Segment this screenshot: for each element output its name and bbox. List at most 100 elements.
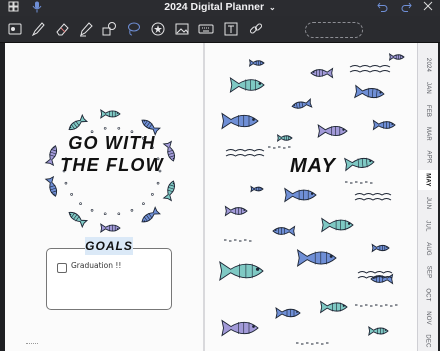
fish-doodle	[321, 217, 354, 233]
text-icon[interactable]	[222, 20, 240, 38]
fish-doodle	[388, 53, 405, 61]
tab-label: MAY	[424, 173, 431, 187]
bubble-doodle	[117, 212, 121, 216]
shapes-icon[interactable]	[100, 20, 118, 38]
keyboard-icon[interactable]	[197, 20, 215, 38]
fish-doodle	[68, 211, 89, 229]
fish-doodle	[291, 98, 313, 109]
fish-doodle	[100, 223, 121, 234]
pen-icon[interactable]	[29, 20, 47, 38]
bubble-doodle	[103, 212, 107, 216]
goal-item-text: Graduation !!	[71, 261, 122, 270]
tab-feb[interactable]: FEB	[418, 101, 438, 121]
tab-dec[interactable]: DEC	[418, 331, 438, 351]
goal-checkbox[interactable]	[57, 263, 67, 273]
goals-box[interactable]	[46, 248, 172, 310]
fish-doodle	[141, 206, 161, 223]
fish-doodle	[224, 205, 248, 217]
fish-doodle	[310, 67, 334, 79]
fish-doodle	[221, 112, 259, 130]
lasso-icon[interactable]	[124, 20, 142, 38]
fish-doodle	[370, 273, 394, 285]
fish-doodle	[372, 119, 396, 131]
link-icon[interactable]	[247, 20, 265, 38]
wreath-line-2: THE FLOW	[60, 155, 164, 175]
bubble-doodle	[79, 202, 82, 205]
fish-doodle	[219, 261, 264, 281]
fish-doodle	[368, 326, 389, 336]
fish-doodle	[317, 124, 348, 138]
wave-doodle	[349, 65, 391, 68]
fish-doodle	[344, 157, 375, 172]
undo-icon[interactable]	[377, 1, 388, 16]
tab-oct[interactable]: OCT	[418, 285, 438, 305]
fish-doodle	[162, 180, 176, 202]
tab-label: JUL	[425, 220, 431, 232]
fish-doodle	[229, 77, 265, 93]
scan-icon[interactable]	[6, 20, 24, 38]
wave-doodle	[357, 271, 393, 274]
fish-doodle	[284, 187, 317, 203]
tab-label: FEB	[425, 104, 431, 118]
tab-label: DEC	[425, 334, 431, 348]
tab-apr[interactable]: APR	[418, 147, 438, 167]
tab-aug[interactable]: AUG	[418, 239, 438, 259]
image-icon[interactable]	[173, 20, 191, 38]
quick-tool-slot[interactable]	[305, 22, 363, 38]
tab-label: OCT	[424, 288, 431, 302]
tab-label: 2024	[425, 57, 431, 73]
tab-label: JAN	[425, 82, 431, 94]
tab-may[interactable]: MAY	[418, 170, 438, 190]
fish-doodle	[248, 59, 265, 67]
bubble-doodle	[130, 208, 134, 212]
chevron-down-icon: ⌄	[269, 3, 276, 12]
planner-canvas[interactable]: GO WITH THE FLOW GOALS Graduation !! MAY…	[0, 43, 440, 351]
fish-doodle	[221, 319, 259, 337]
tab-label: SEP	[424, 265, 431, 279]
goals-label: GOALS	[85, 237, 133, 255]
bubble-doodle	[117, 126, 121, 130]
bubble-doodle	[142, 202, 145, 205]
tab-mar[interactable]: MAR	[418, 124, 438, 144]
close-icon[interactable]	[423, 1, 433, 15]
tab-year[interactable]: 2024	[418, 55, 438, 75]
fish-doodle	[296, 249, 337, 267]
wave-doodle	[349, 70, 391, 73]
bubble-doodle	[70, 193, 73, 196]
title-bar: 2024 Digital Planner ⌄	[0, 0, 440, 16]
fish-doodle	[44, 175, 58, 197]
tab-jan[interactable]: JAN	[418, 78, 438, 98]
bubble-doodle	[156, 181, 160, 185]
bubble-doodle	[64, 181, 68, 185]
fish-doodle	[100, 108, 121, 119]
highlighter-icon[interactable]	[77, 20, 95, 38]
tab-label: JUN	[425, 196, 431, 210]
page-footer-dots	[26, 343, 38, 346]
fish-doodle	[272, 225, 296, 237]
tab-jun[interactable]: JUN	[418, 193, 438, 213]
month-tab-bar: 2024 JAN FEB MAR APR MAY JUN JUL AUG SEP…	[417, 43, 438, 351]
wave-doodle	[354, 193, 392, 196]
document-title-text: 2024 Digital Planner	[164, 1, 265, 13]
eraser-icon[interactable]	[53, 20, 71, 38]
tab-label: NOV	[424, 311, 431, 325]
fish-doodle	[141, 119, 161, 136]
fish-doodle	[275, 307, 301, 319]
redo-icon[interactable]	[401, 1, 412, 16]
fish-doodle	[276, 134, 293, 142]
fish-doodle	[68, 113, 89, 131]
fish-doodle	[250, 185, 264, 193]
tab-jul[interactable]: JUL	[418, 216, 438, 236]
tab-label: APR	[425, 150, 431, 164]
tab-sep[interactable]: SEP	[418, 262, 438, 282]
sticker-icon[interactable]	[149, 20, 167, 38]
fish-doodle	[354, 84, 385, 99]
tab-nov[interactable]: NOV	[418, 308, 438, 328]
wave-doodle	[225, 149, 265, 152]
toolbar	[0, 16, 440, 43]
fish-doodle	[371, 243, 390, 253]
tab-label: AUG	[424, 242, 431, 256]
document-title[interactable]: 2024 Digital Planner ⌄	[0, 1, 440, 13]
tab-label: MAR	[425, 127, 431, 141]
wreath-line-1: GO WITH	[68, 133, 156, 153]
